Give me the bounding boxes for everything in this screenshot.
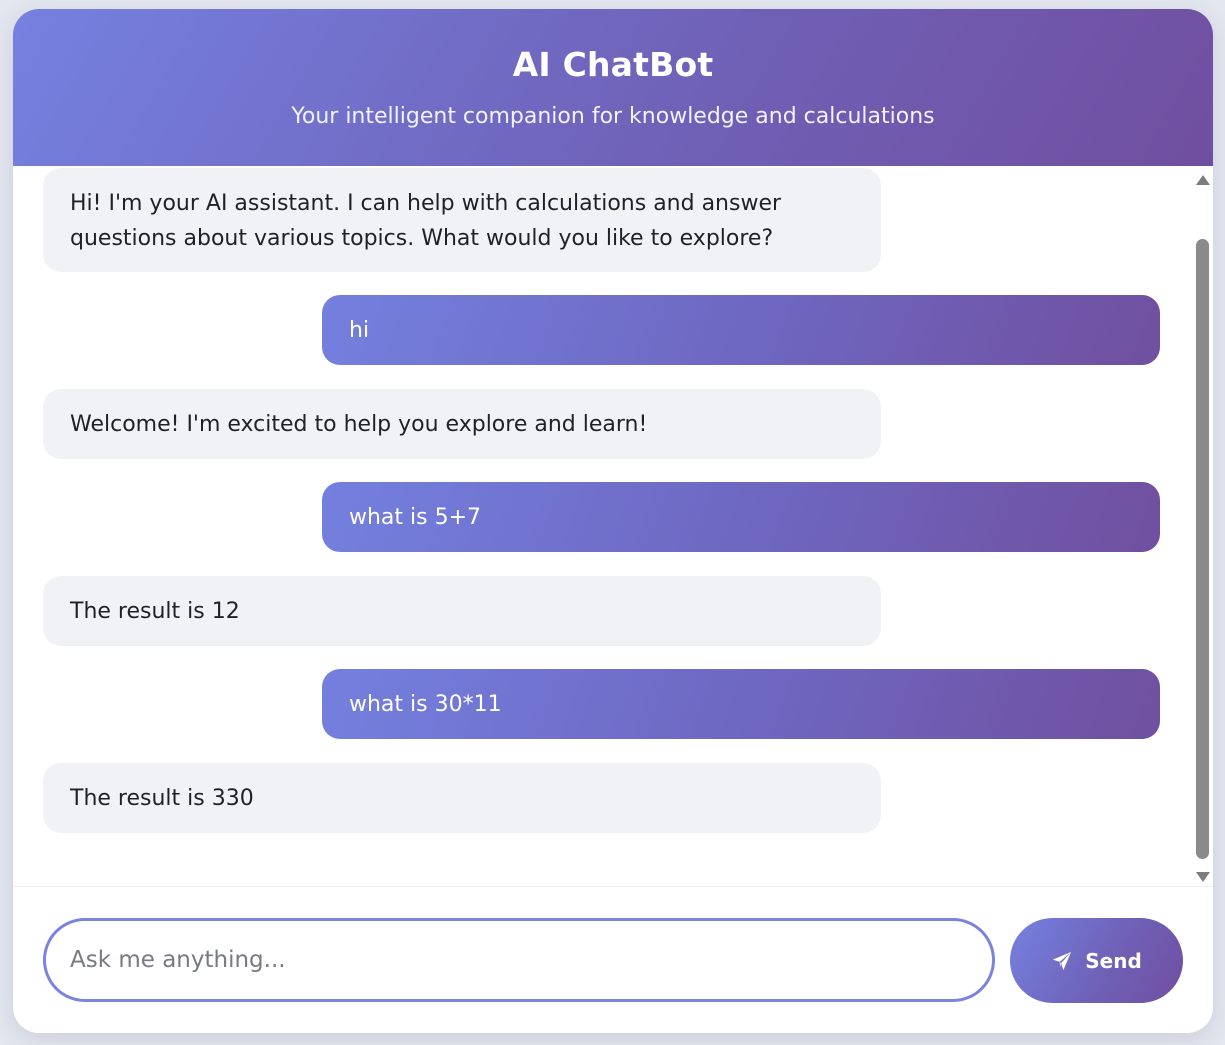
app-subtitle: Your intelligent companion for knowledge… xyxy=(291,104,935,129)
scrollbar-thumb[interactable] xyxy=(1196,239,1209,859)
user-message: what is 5+7 xyxy=(322,482,1160,552)
chat-messages[interactable]: Hi! I'm your AI assistant. I can help wi… xyxy=(13,166,1213,886)
scroll-up-arrow-icon[interactable] xyxy=(1196,175,1210,185)
chat-header: AI ChatBot Your intelligent companion fo… xyxy=(13,9,1213,166)
chat-input-bar: Send xyxy=(13,886,1213,1033)
user-message: hi xyxy=(322,295,1160,365)
message-input[interactable] xyxy=(43,918,995,1002)
chat-scrollbar[interactable] xyxy=(1193,169,1213,889)
bot-message: The result is 330 xyxy=(43,763,881,833)
send-button[interactable]: Send xyxy=(1010,918,1183,1003)
user-message: what is 30*11 xyxy=(322,669,1160,739)
bot-message: The result is 12 xyxy=(43,576,881,646)
paper-plane-icon xyxy=(1051,950,1073,972)
send-button-label: Send xyxy=(1085,948,1142,973)
scroll-down-arrow-icon[interactable] xyxy=(1196,872,1210,882)
bot-message: Hi! I'm your AI assistant. I can help wi… xyxy=(43,168,881,272)
bot-message: Welcome! I'm excited to help you explore… xyxy=(43,389,881,459)
app-title: AI ChatBot xyxy=(512,45,714,84)
chat-window: AI ChatBot Your intelligent companion fo… xyxy=(13,9,1213,1033)
